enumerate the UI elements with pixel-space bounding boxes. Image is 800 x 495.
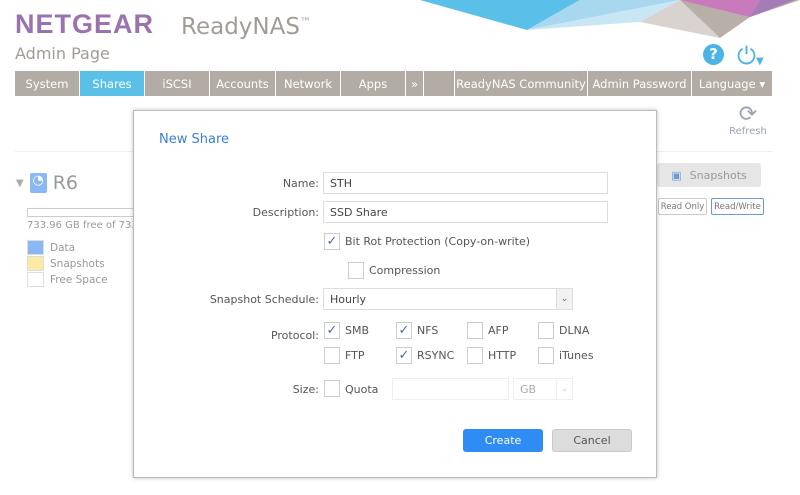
- legend-label: Data: [50, 241, 76, 254]
- refresh-icon: ⟳: [738, 102, 758, 127]
- schedule-select[interactable]: Hourly ⌄: [323, 288, 573, 310]
- dialog-title: New Share: [159, 132, 230, 147]
- cancel-button[interactable]: Cancel: [552, 429, 632, 452]
- collapse-icon: ▼: [16, 177, 24, 189]
- name-label: Name:: [282, 177, 319, 190]
- protocol-label: DLNA: [559, 324, 590, 337]
- protocol-http-checkbox[interactable]: [467, 347, 483, 364]
- legend-swatch: [27, 272, 44, 287]
- quota-checkbox[interactable]: [324, 380, 340, 397]
- chevron-down-icon: ▼: [755, 56, 764, 67]
- chevron-down-icon: ⌄: [556, 379, 572, 399]
- tab-shares[interactable]: Shares: [80, 71, 145, 96]
- volume-name: R6: [52, 172, 78, 194]
- snapshots-icon: ▣: [671, 168, 682, 182]
- new-share-dialog: New Share Name: STH Description: SSD Sha…: [133, 110, 657, 478]
- protocol-label: HTTP: [488, 349, 517, 362]
- read-write-button[interactable]: Read/Write: [711, 198, 764, 215]
- protocol-afp-checkbox[interactable]: [467, 322, 483, 339]
- power-menu[interactable]: ⏻▼: [737, 42, 764, 70]
- tab-apps[interactable]: Apps: [341, 71, 406, 96]
- read-only-button[interactable]: Read Only: [658, 198, 707, 215]
- page-subtitle: Admin Page: [15, 44, 110, 63]
- tab-network[interactable]: Network: [276, 71, 341, 96]
- protocol-label: NFS: [417, 324, 439, 337]
- main-nav: System Shares iSCSI Accounts Network Apps» Rea…: [15, 71, 773, 96]
- legend-label: Snapshots: [50, 257, 105, 270]
- protocol-label: RSYNC: [417, 349, 455, 362]
- tab-readynas-community[interactable]: ReadyNAS Community: [455, 71, 588, 96]
- protocol-label: Protocol:: [270, 329, 319, 342]
- refresh-button[interactable]: ⟳ Refresh: [728, 102, 768, 138]
- quota-label: Quota: [345, 383, 379, 396]
- trademark: ™: [299, 15, 311, 29]
- volume-free-text: 733.96 GB free of 733: [27, 220, 138, 231]
- tab-language[interactable]: Language ▾: [692, 71, 773, 96]
- name-input[interactable]: STH: [323, 172, 608, 194]
- compression-label: Compression: [369, 264, 441, 277]
- tab-[interactable]: »: [406, 71, 424, 96]
- tab-admin-password[interactable]: Admin Password: [588, 71, 692, 96]
- chevron-down-icon: ⌄: [556, 289, 572, 309]
- protocol-itunes-checkbox[interactable]: [538, 347, 554, 364]
- protocol-dlna-checkbox[interactable]: [538, 322, 554, 339]
- bitrot-checkbox[interactable]: ✓: [324, 233, 340, 250]
- product-label: ReadyNAS: [181, 14, 300, 40]
- power-icon: ⏻: [737, 42, 756, 70]
- description-input[interactable]: SSD Share: [323, 201, 608, 223]
- protocol-label: FTP: [345, 349, 365, 362]
- volume-icon: ◔: [29, 173, 47, 193]
- protocol-smb-checkbox[interactable]: ✓: [324, 322, 340, 339]
- protocol-ftp-checkbox[interactable]: [324, 347, 340, 364]
- protocol-label: iTunes: [559, 349, 594, 362]
- snapshots-button[interactable]: ▣ Snapshots: [657, 163, 761, 187]
- quota-input[interactable]: [392, 378, 509, 400]
- legend-label: Free Space: [50, 273, 108, 286]
- legend-swatch: [27, 240, 44, 255]
- protocol-label: SMB: [345, 324, 370, 337]
- schedule-value: Hourly: [330, 293, 367, 306]
- legend-free: Free Space: [27, 272, 108, 287]
- refresh-label: Refresh: [729, 126, 767, 137]
- protocol-nfs-checkbox[interactable]: ✓: [396, 322, 412, 339]
- decorative-banner: [420, 0, 800, 38]
- bitrot-label: Bit Rot Protection (Copy-on-write): [345, 235, 531, 248]
- legend-swatch: [27, 256, 44, 271]
- snapshots-label: Snapshots: [689, 168, 747, 182]
- schedule-label: Snapshot Schedule:: [209, 293, 319, 306]
- legend-data: Data: [27, 240, 75, 255]
- unit-value: GB: [520, 383, 537, 396]
- product-name: ReadyNAS™: [181, 14, 311, 40]
- description-label: Description:: [252, 206, 319, 219]
- tab-accounts[interactable]: Accounts: [210, 71, 276, 96]
- legend-snapshots: Snapshots: [27, 256, 105, 271]
- tab-blank[interactable]: [424, 71, 455, 96]
- tab-iscsi[interactable]: iSCSI: [145, 71, 210, 96]
- protocol-label: AFP: [488, 324, 509, 337]
- create-button[interactable]: Create: [463, 429, 543, 452]
- compression-checkbox[interactable]: [348, 262, 364, 279]
- netgear-logo: NETGEAR: [15, 9, 155, 39]
- size-label: Size:: [292, 383, 319, 396]
- help-icon[interactable]: ?: [703, 44, 724, 65]
- tab-system[interactable]: System: [15, 71, 80, 96]
- volume-header[interactable]: ▼ ◔ R6: [16, 172, 78, 194]
- quota-unit-select[interactable]: GB ⌄: [513, 378, 573, 400]
- protocol-rsync-checkbox[interactable]: ✓: [396, 347, 412, 364]
